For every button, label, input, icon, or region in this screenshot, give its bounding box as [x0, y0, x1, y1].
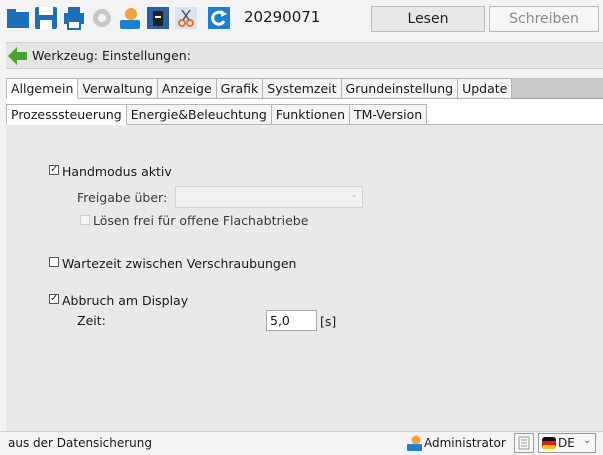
- waittime-checkbox[interactable]: [49, 257, 59, 267]
- tab-update[interactable]: Update: [458, 78, 513, 99]
- release-label: Freigabe über:: [77, 190, 168, 205]
- breadcrumb: Werkzeug: Einstellungen:: [6, 42, 603, 69]
- abort-checkbox[interactable]: ✓: [49, 294, 59, 304]
- chevron-down-icon: ⌄: [350, 190, 358, 200]
- tab-energie-beleuchtung[interactable]: Energie&Beleuchtung: [126, 104, 272, 125]
- time-input[interactable]: 5,0: [266, 310, 317, 331]
- toolbar: 20290071 Lesen Schreiben: [0, 0, 603, 40]
- document-icon[interactable]: [514, 433, 534, 453]
- tab-grafik[interactable]: Grafik: [216, 78, 264, 99]
- main-tabs: Allgemein Verwaltung Anzeige Grafik Syst…: [6, 78, 513, 99]
- status-message: aus der Datensicherung: [8, 436, 152, 450]
- loosen-label: Lösen frei für offene Flachabtriebe: [93, 213, 309, 228]
- tab-funktionen[interactable]: Funktionen: [271, 104, 351, 125]
- flag-icon: [542, 437, 556, 452]
- waittime-label: Wartezeit zwischen Verschraubungen: [62, 256, 297, 271]
- time-label: Zeit:: [77, 313, 106, 328]
- battery-icon[interactable]: [146, 6, 170, 30]
- tab-anzeige[interactable]: Anzeige: [157, 78, 217, 99]
- user-icon[interactable]: [118, 6, 142, 30]
- handmode-checkbox[interactable]: ✓: [49, 165, 59, 175]
- tab-systemzeit[interactable]: Systemzeit: [263, 78, 342, 99]
- device-id: 20290071: [244, 8, 321, 26]
- save-icon[interactable]: [34, 6, 58, 30]
- tab-allgemein[interactable]: Allgemein: [6, 78, 79, 99]
- loosen-checkbox[interactable]: [80, 215, 90, 225]
- handmode-label: Handmodus aktiv: [62, 164, 172, 179]
- printer-icon[interactable]: [62, 6, 86, 30]
- tab-prozesssteuerung[interactable]: Prozesssteuerung: [6, 104, 127, 125]
- abort-label: Abbruch am Display: [62, 293, 189, 308]
- chevron-down-icon: ⌄: [583, 435, 592, 446]
- language-select[interactable]: DE ⌄: [538, 433, 596, 453]
- time-unit: [s]: [320, 314, 337, 329]
- user-icon: [407, 435, 423, 454]
- status-user: Administrator: [424, 436, 506, 450]
- cut-icon[interactable]: [174, 6, 198, 30]
- breadcrumb-label: Werkzeug: Einstellungen:: [32, 48, 191, 63]
- settings-gear-icon[interactable]: [90, 6, 114, 30]
- release-select[interactable]: ⌄: [175, 186, 363, 208]
- folder-icon[interactable]: [6, 6, 30, 30]
- tab-verwaltung[interactable]: Verwaltung: [78, 78, 158, 99]
- tab-grundeinstellung[interactable]: Grundeinstellung: [341, 78, 459, 99]
- tab-tm-version[interactable]: TM-Version: [350, 104, 428, 125]
- back-arrow-icon[interactable]: [8, 47, 28, 68]
- read-button[interactable]: Lesen: [371, 6, 485, 32]
- sub-tabs: Prozesssteuerung Energie&Beleuchtung Fun…: [6, 104, 428, 125]
- refresh-icon[interactable]: [207, 6, 231, 30]
- write-button[interactable]: Schreiben: [489, 6, 599, 32]
- language-label: DE: [558, 436, 575, 450]
